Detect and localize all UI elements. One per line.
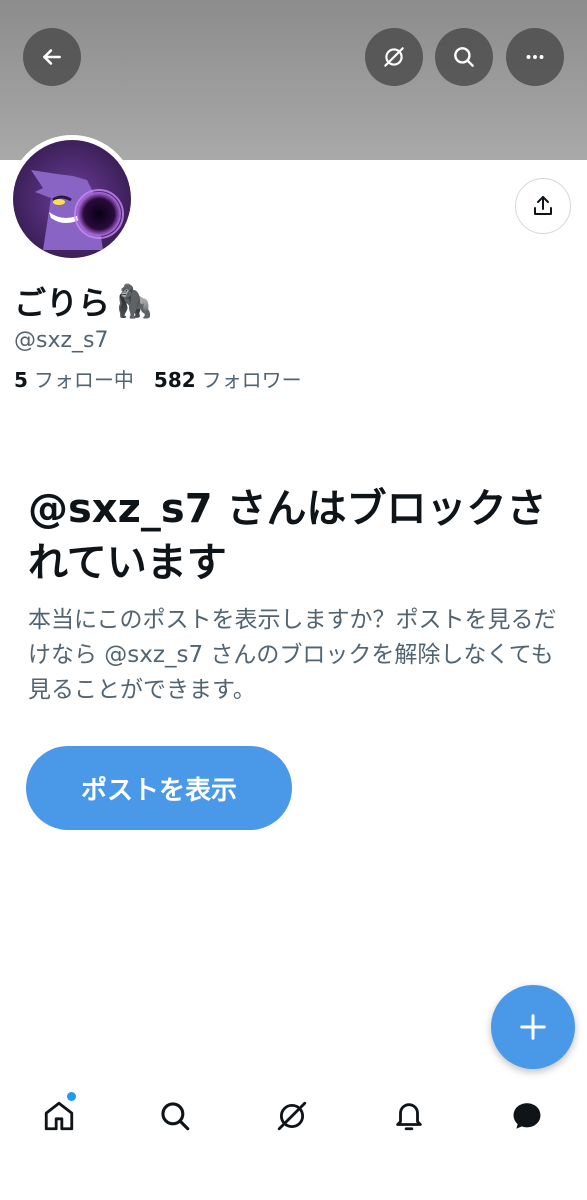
blocked-title: @sxz_s7 さんはブロックされています	[28, 486, 547, 586]
profile-banner	[0, 0, 587, 160]
more-button[interactable]	[506, 28, 564, 86]
blocked-description: 本当にこのポストを表示しますか？ポストを見るだけなら @sxz_s7 さんのブロ…	[28, 607, 557, 703]
more-horizontal-icon	[526, 55, 544, 59]
nav-home[interactable]	[39, 1096, 79, 1136]
avatar[interactable]	[8, 135, 136, 263]
back-button[interactable]	[23, 28, 81, 86]
profile-page: ごりら 🦍 @sxz_s7 5 フォロー中 582 フォロワー @sxz_s7 さん…	[0, 0, 587, 1200]
share-button[interactable]	[515, 178, 571, 234]
profile-handle: @sxz_s7	[14, 328, 109, 353]
plus-icon	[520, 1014, 546, 1040]
following-link[interactable]: 5 フォロー中	[14, 364, 134, 393]
home-notification-badge	[67, 1092, 76, 1101]
grok-button[interactable]	[365, 28, 423, 86]
search-icon	[161, 1102, 190, 1131]
avatar-image	[13, 140, 131, 258]
display-name: ごりら 🦍	[14, 278, 154, 324]
nav-notifications[interactable]	[389, 1096, 429, 1136]
search-icon	[454, 47, 474, 67]
messages-icon	[513, 1103, 541, 1129]
followers-count: 582	[153, 368, 196, 392]
follow-stats: 5 フォロー中 582 フォロワー	[14, 364, 302, 393]
followers-link[interactable]: 582 フォロワー	[154, 364, 302, 393]
compose-post-button[interactable]	[491, 985, 575, 1069]
following-count: 5	[14, 368, 28, 392]
view-posts-button[interactable]: ポストを表示	[26, 746, 292, 830]
nav-messages[interactable]	[507, 1096, 547, 1136]
home-icon	[44, 1101, 74, 1131]
nav-grok[interactable]	[272, 1096, 312, 1136]
display-name-text: ごりら	[14, 284, 111, 322]
following-label: フォロー中	[33, 368, 134, 392]
bottom-nav	[0, 1080, 587, 1150]
search-button[interactable]	[435, 28, 493, 86]
grok-icon	[384, 47, 404, 67]
arrow-left-icon	[43, 49, 61, 65]
bell-icon	[396, 1103, 422, 1131]
nav-search[interactable]	[155, 1096, 195, 1136]
share-icon	[534, 196, 552, 215]
gorilla-emoji-icon: 🦍	[114, 282, 154, 320]
grok-icon	[277, 1101, 307, 1131]
followers-label: フォロワー	[201, 368, 302, 392]
